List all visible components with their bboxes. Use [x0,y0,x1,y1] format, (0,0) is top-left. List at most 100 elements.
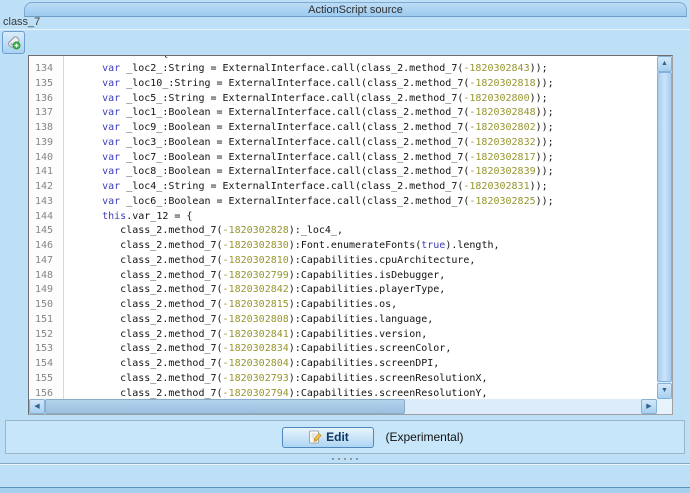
code-text: class_2.method_7(-1820302794):Capabiliti… [64,387,487,400]
scroll-right-button[interactable]: ▶ [641,399,657,414]
scroll-left-button[interactable]: ◀ [29,399,45,414]
code-text: var _loc10_:String = ExternalInterface.c… [64,77,554,92]
horizontal-scroll-thumb[interactable] [45,399,405,414]
line-number: 144 [29,210,64,225]
vertical-scroll-thumb[interactable] [657,72,672,382]
code-line: 150 class_2.method_7(-1820302815):Capabi… [29,298,657,313]
code-text: class_2.method_7(-1820302810):Capabiliti… [64,254,475,269]
line-number: 137 [29,106,64,121]
code-text: var _loc9_:Boolean = ExternalInterface.c… [64,121,554,136]
line-number: 134 [29,62,64,77]
line-number: 139 [29,136,64,151]
line-number: 150 [29,298,64,313]
code-line: 133 { [29,56,657,62]
code-line: 145 class_2.method_7(-1820302828):_loc4_… [29,224,657,239]
code-text: class_2.method_7(-1820302830):Font.enume… [64,239,500,254]
line-number: 156 [29,387,64,400]
splitter-handle[interactable] [0,455,690,463]
line-number: 142 [29,180,64,195]
left-arrow-icon: ◀ [34,403,39,410]
decompiler-panel: ActionScript source class_7 133 {134 var… [0,0,690,493]
code-text: var _loc1_:Boolean = ExternalInterface.c… [64,106,554,121]
edit-page-pencil-icon [308,430,322,444]
code-line: 142 var _loc4_:String = ExternalInterfac… [29,180,657,195]
tab-class-7[interactable]: class_7 [3,16,40,28]
line-number: 147 [29,254,64,269]
vertical-scrollbar[interactable]: ▲ ▼ [657,56,672,399]
code-text: var _loc4_:String = ExternalInterface.ca… [64,180,548,195]
edit-panel: Edit (Experimental) [5,420,685,454]
line-number: 146 [29,239,64,254]
code-line: 138 var _loc9_:Boolean = ExternalInterfa… [29,121,657,136]
code-editor[interactable]: 133 {134 var _loc2_:String = ExternalInt… [28,55,673,415]
code-text: class_2.method_7(-1820302808):Capabiliti… [64,313,433,328]
code-text: var _loc6_:Boolean = ExternalInterface.c… [64,195,554,210]
line-number: 148 [29,269,64,284]
edit-button[interactable]: Edit [282,427,374,448]
code-line: 140 var _loc7_:Boolean = ExternalInterfa… [29,151,657,166]
experimental-label: (Experimental) [385,430,463,444]
scroll-down-button[interactable]: ▼ [657,383,672,399]
line-number: 154 [29,357,64,372]
code-line: 149 class_2.method_7(-1820302842):Capabi… [29,283,657,298]
scroll-up-button[interactable]: ▲ [657,56,672,72]
code-text: this.var_12 = { [64,210,192,225]
line-number: 140 [29,151,64,166]
scrollbar-corner [657,399,672,414]
code-text: class_2.method_7(-1820302815):Capabiliti… [64,298,397,313]
code-viewport[interactable]: 133 {134 var _loc2_:String = ExternalInt… [29,56,657,399]
code-text: class_2.method_7(-1820302834):Capabiliti… [64,342,451,357]
code-line: 144 this.var_12 = { [29,210,657,225]
line-number: 141 [29,165,64,180]
code-text: var _loc7_:Boolean = ExternalInterface.c… [64,151,554,166]
code-text: class_2.method_7(-1820302842):Capabiliti… [64,283,445,298]
down-arrow-icon: ▼ [661,387,668,394]
panel-title: ActionScript source [24,2,687,17]
code-line: 136 var _loc5_:String = ExternalInterfac… [29,92,657,107]
splitter-dot [338,458,340,460]
code-line: 139 var _loc3_:Boolean = ExternalInterfa… [29,136,657,151]
line-number: 145 [29,224,64,239]
splitter-dot [344,458,346,460]
code-text: class_2.method_7(-1820302828):_loc4_, [64,224,343,239]
code-line: 154 class_2.method_7(-1820302804):Capabi… [29,357,657,372]
line-number: 138 [29,121,64,136]
code-text: var _loc8_:Boolean = ExternalInterface.c… [64,165,554,180]
code-line: 141 var _loc8_:Boolean = ExternalInterfa… [29,165,657,180]
tab-strip: class_7 [0,16,690,30]
code-line: 137 var _loc1_:Boolean = ExternalInterfa… [29,106,657,121]
splitter-dot [350,458,352,460]
code-line: 153 class_2.method_7(-1820302834):Capabi… [29,342,657,357]
code-text: { [64,56,168,62]
line-number: 149 [29,283,64,298]
edit-button-label: Edit [326,430,349,444]
code-text: class_2.method_7(-1820302841):Capabiliti… [64,328,427,343]
horizontal-divider [0,463,690,465]
code-text: var _loc3_:Boolean = ExternalInterface.c… [64,136,554,151]
code-line: 146 class_2.method_7(-1820302830):Font.e… [29,239,657,254]
line-number: 136 [29,92,64,107]
horizontal-scrollbar[interactable]: ◀ ▶ [29,399,657,414]
up-arrow-icon: ▲ [661,60,668,67]
right-arrow-icon: ▶ [646,403,651,410]
script-tag-add-icon [5,34,22,51]
code-line: 135 var _loc10_:String = ExternalInterfa… [29,77,657,92]
splitter-dot [332,458,334,460]
code-line: 134 var _loc2_:String = ExternalInterfac… [29,62,657,77]
code-line: 155 class_2.method_7(-1820302793):Capabi… [29,372,657,387]
code-line: 147 class_2.method_7(-1820302810):Capabi… [29,254,657,269]
line-number: 143 [29,195,64,210]
code-text: class_2.method_7(-1820302799):Capabiliti… [64,269,445,284]
line-number: 151 [29,313,64,328]
partial-code-line: 133 { [29,56,657,62]
code-text: var _loc5_:String = ExternalInterface.ca… [64,92,548,107]
line-number: 152 [29,328,64,343]
line-number: 135 [29,77,64,92]
code-text: var _loc2_:String = ExternalInterface.ca… [64,62,548,77]
bottom-bar [0,487,690,493]
code-line: 151 class_2.method_7(-1820302808):Capabi… [29,313,657,328]
code-line: 148 class_2.method_7(-1820302799):Capabi… [29,269,657,284]
code-line: 143 var _loc6_:Boolean = ExternalInterfa… [29,195,657,210]
splitter-dot [356,458,358,460]
script-tag-add-button[interactable] [2,31,25,54]
